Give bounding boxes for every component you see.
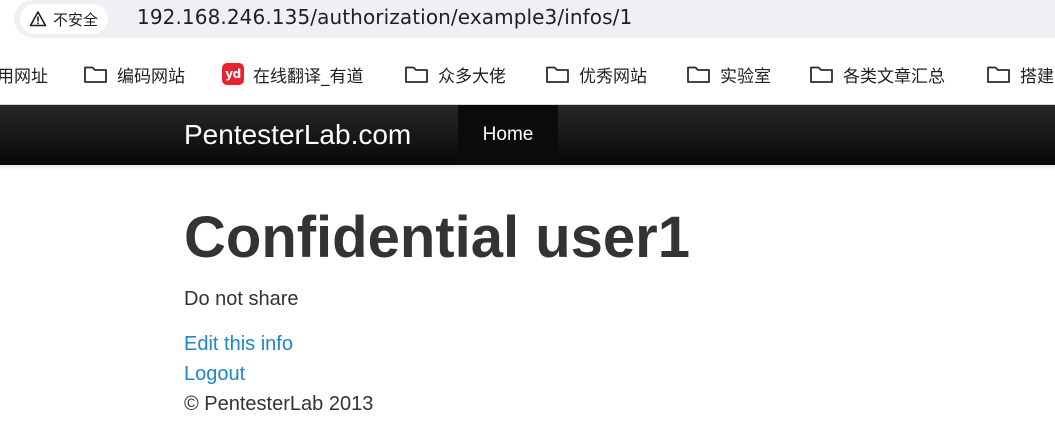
bookmarks-bar: 用网址 编码网站 yd 在线翻译_有道 众多大佬 优秀网站 实验室 各类文章汇总 [0,42,1055,105]
bookmark-item[interactable]: yd 在线翻译_有道 [222,61,364,87]
bookmark-item[interactable]: 用网址 [0,61,48,87]
bookmark-label: 搭建 [1020,66,1054,87]
youdao-icon: yd [222,63,244,85]
bookmark-label: 各类文章汇总 [843,66,945,87]
brand-link[interactable]: PentesterLab.com [184,119,411,151]
bookmark-label: 用网址 [0,66,48,87]
bookmark-label: 编码网站 [117,66,185,87]
folder-icon [84,66,107,83]
edit-info-link[interactable]: Edit this info [184,333,293,356]
bookmark-label: 在线翻译_有道 [253,66,364,87]
bookmark-folder[interactable]: 众多大佬 [404,61,506,87]
warning-triangle-icon [29,11,47,27]
bookmark-folder[interactable]: 优秀网站 [545,61,647,87]
bookmark-folder[interactable]: 实验室 [686,61,771,87]
folder-icon [687,66,710,83]
site-navbar: PentesterLab.com Home [0,105,1055,165]
folder-icon [405,66,428,83]
site-security-chip[interactable]: 不安全 [20,4,109,34]
nav-home-link[interactable]: Home [458,105,558,165]
browser-address-row: 不安全 192.168.246.135/authorization/exampl… [0,0,1055,40]
footer-copyright: © PentesterLab 2013 [184,393,374,415]
security-label: 不安全 [53,10,99,29]
url-text[interactable]: 192.168.246.135/authorization/example3/i… [137,5,632,29]
navbar-shadow [0,165,1055,171]
folder-icon [546,66,569,83]
bookmark-label: 众多大佬 [438,66,506,87]
bookmark-folder[interactable]: 各类文章汇总 [809,61,945,87]
folder-icon [810,66,833,83]
info-text: Do not share [184,288,299,310]
logout-link[interactable]: Logout [184,363,245,386]
bookmark-folder[interactable]: 编码网站 [83,61,185,87]
bookmark-label: 实验室 [720,66,771,87]
bookmark-folder[interactable]: 搭建 [986,61,1054,87]
bookmark-label: 优秀网站 [579,66,647,87]
page-title: Confidential user1 [184,205,690,270]
folder-icon [987,66,1010,83]
